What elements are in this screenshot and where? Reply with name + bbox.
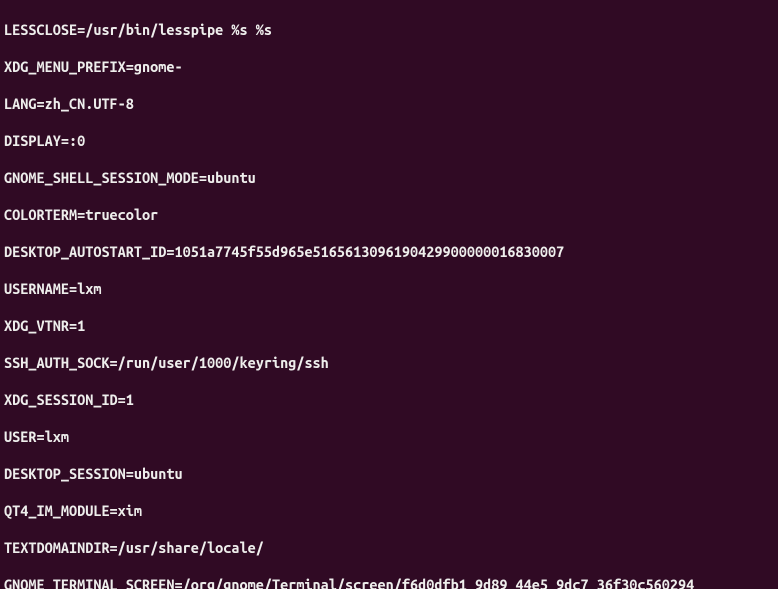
env-line: TEXTDOMAINDIR=/usr/share/locale/ [4,539,774,558]
env-line: USERNAME=lxm [4,280,774,299]
env-line: LESSCLOSE=/usr/bin/lesspipe %s %s [4,21,774,40]
env-line: GNOME_TERMINAL_SCREEN=/org/gnome/Termina… [4,576,774,589]
terminal-output[interactable]: LESSCLOSE=/usr/bin/lesspipe %s %s XDG_ME… [0,0,778,589]
env-line: XDG_VTNR=1 [4,317,774,336]
env-line: GNOME_SHELL_SESSION_MODE=ubuntu [4,169,774,188]
env-line: COLORTERM=truecolor [4,206,774,225]
env-line: XDG_MENU_PREFIX=gnome- [4,58,774,77]
env-line: DISPLAY=:0 [4,132,774,151]
env-line: SSH_AUTH_SOCK=/run/user/1000/keyring/ssh [4,354,774,373]
env-line: DESKTOP_SESSION=ubuntu [4,465,774,484]
env-line: USER=lxm [4,428,774,447]
env-line: XDG_SESSION_ID=1 [4,391,774,410]
env-line: LANG=zh_CN.UTF-8 [4,95,774,114]
env-line: QT4_IM_MODULE=xim [4,502,774,521]
env-line: DESKTOP_AUTOSTART_ID=1051a7745f55d965e51… [4,243,774,262]
